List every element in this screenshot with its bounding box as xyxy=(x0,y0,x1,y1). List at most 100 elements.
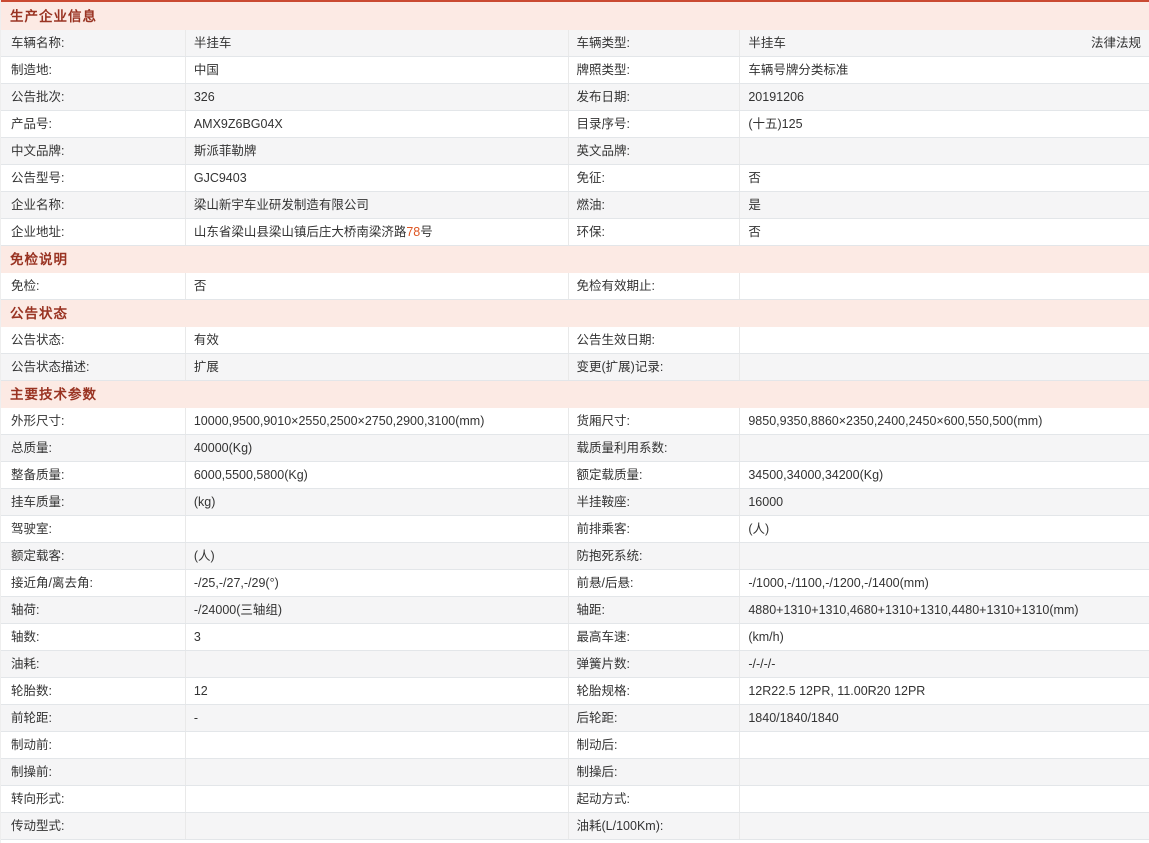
field-label: 公告生效日期: xyxy=(569,327,741,353)
field-value xyxy=(740,543,1149,569)
table-row: 轴荷: -/24000(三轴组) 轴距: 4880+1310+1310,4680+13… xyxy=(1,597,1149,624)
field-value xyxy=(740,138,1149,164)
field-label: 前轮距: xyxy=(1,705,186,731)
field-label: 免检有效期止: xyxy=(569,273,741,299)
field-value: 梁山新宇车业研发制造有限公司 xyxy=(186,192,569,218)
field-label: 中文品牌: xyxy=(1,138,186,164)
table-row: 公告批次: 326 发布日期: 20191206 xyxy=(1,84,1149,111)
field-label: 货厢尺寸: xyxy=(569,408,741,434)
field-value: 12R22.5 12PR, 11.00R20 12PR xyxy=(748,684,926,698)
table-row: 制操前: 制操后: xyxy=(1,759,1149,786)
field-value: 34500,34000,34200(Kg) xyxy=(748,468,884,482)
field-value: 16000 xyxy=(748,495,784,509)
field-label: 接近角/离去角: xyxy=(1,570,186,596)
field-value: (kg) xyxy=(186,489,569,515)
field-value: 车辆号牌分类标准 xyxy=(748,63,849,77)
field-value: 否 xyxy=(748,171,761,185)
inspection-rows: 免检: 否免检有效期止: xyxy=(1,273,1149,300)
field-value xyxy=(186,759,569,785)
field-value xyxy=(740,435,1149,461)
table-row: 企业地址: 山东省梁山县梁山镇后庄大桥南梁济路78号 环保: 否 xyxy=(1,219,1149,246)
field-value: 半挂车 xyxy=(186,30,569,56)
field-value: 9850,9350,8860×2350,2400,2450×600,550,50… xyxy=(748,414,1043,428)
field-value: 半挂车 法律法规 xyxy=(740,30,1149,56)
field-label: 公告批次: xyxy=(1,84,186,110)
field-value xyxy=(186,732,569,758)
field-label: 轮胎规格: xyxy=(569,678,741,704)
field-label: 额定载客: xyxy=(1,543,186,569)
field-value xyxy=(740,813,1149,839)
table-row: 轮胎数: 12 轮胎规格: 12R22.5 12PR, 11.00R20 12PR xyxy=(1,678,1149,705)
field-label: 公告状态: xyxy=(1,327,186,353)
section-inspection-exemption: 免检说明 免检: 否免检有效期止: xyxy=(1,246,1149,300)
field-value: (人) xyxy=(748,522,770,536)
field-label: 后轮距: xyxy=(569,705,741,731)
field-label: 前排乘客: xyxy=(569,516,741,542)
field-label: 制动后: xyxy=(569,732,741,758)
field-label: 牌照类型: xyxy=(569,57,741,83)
field-label: 载质量利用系数: xyxy=(569,435,741,461)
field-value: 否 xyxy=(748,225,761,239)
field-label: 轮胎数: xyxy=(1,678,186,704)
field-label: 企业名称: xyxy=(1,192,186,218)
field-label: 驾驶室: xyxy=(1,516,186,542)
table-row: 公告状态描述: 扩展 变更(扩展)记录: xyxy=(1,354,1149,381)
field-value xyxy=(186,813,569,839)
section-technical-parameters: 主要技术参数 外形尺寸: 10000,9500,9010×2550,2500×27… xyxy=(1,381,1149,840)
field-value xyxy=(740,273,1149,299)
laws-regulations-link[interactable]: 法律法规 xyxy=(1091,30,1141,56)
table-row: 挂车质量: (kg) 半挂鞍座: 16000 xyxy=(1,489,1149,516)
field-label: 免检: xyxy=(1,273,186,299)
field-label: 弹簧片数: xyxy=(569,651,741,677)
field-value: -/1000,-/1100,-/1200,-/1400(mm) xyxy=(748,576,929,590)
field-label: 挂车质量: xyxy=(1,489,186,515)
field-value: -/24000(三轴组) xyxy=(186,597,569,623)
field-value: (km/h) xyxy=(748,630,784,644)
field-label: 最高车速: xyxy=(569,624,741,650)
field-label: 额定载质量: xyxy=(569,462,741,488)
field-value: 山东省梁山县梁山镇后庄大桥南梁济路78号 xyxy=(186,219,569,245)
field-label: 半挂鞍座: xyxy=(569,489,741,515)
field-label: 公告状态描述: xyxy=(1,354,186,380)
field-label: 车辆类型: xyxy=(569,30,741,56)
table-row: 整备质量: 6000,5500,5800(Kg) 额定载质量: 34500,34000… xyxy=(1,462,1149,489)
table-row: 额定载客: (人) 防抱死系统: xyxy=(1,543,1149,570)
field-value xyxy=(740,732,1149,758)
field-value: 斯派菲勒牌 xyxy=(186,138,569,164)
field-label: 制造地: xyxy=(1,57,186,83)
table-row: 油耗: 弹簧片数: -/-/-/- xyxy=(1,651,1149,678)
table-row: 驾驶室: 前排乘客: (人) xyxy=(1,516,1149,543)
field-label: 目录序号: xyxy=(569,111,741,137)
table-row: 企业名称: 梁山新宇车业研发制造有限公司 燃油: 是 xyxy=(1,192,1149,219)
field-label: 轴数: xyxy=(1,624,186,650)
section-header-parameters: 主要技术参数 xyxy=(1,381,1149,408)
field-label: 转向形式: xyxy=(1,786,186,812)
field-label: 免征: xyxy=(569,165,741,191)
field-value: 扩展 xyxy=(186,354,569,380)
field-label: 制操前: xyxy=(1,759,186,785)
manufacturer-rows: 车辆名称: 半挂车 车辆类型: 半挂车 法律法规 制造地: 中国 牌照类型: 车辆号牌分类标准公… xyxy=(1,30,1149,246)
field-value: 10000,9500,9010×2550,2500×2750,2900,3100… xyxy=(186,408,569,434)
parameters-rows: 外形尺寸: 10000,9500,9010×2550,2500×2750,2900… xyxy=(1,408,1149,840)
field-value xyxy=(740,759,1149,785)
field-value: 4880+1310+1310,4680+1310+1310,4480+1310+… xyxy=(748,603,1079,617)
section-title: 免检说明 xyxy=(10,252,68,267)
status-rows: 公告状态: 有效 公告生效日期: 公告状态描述: 扩展 变更(扩展)记录: xyxy=(1,327,1149,381)
field-value: 20191206 xyxy=(748,90,804,104)
section-header-manufacturer: 生产企业信息 xyxy=(1,2,1149,30)
vehicle-announcement-page: 生产企业信息 车辆名称: 半挂车 车辆类型: 半挂车 法律法规 制造地: 中国 牌照类型: 车辆… xyxy=(0,0,1149,843)
table-row: 公告型号: GJC9403 免征: 否 xyxy=(1,165,1149,192)
field-value: - xyxy=(186,705,569,731)
field-label: 防抱死系统: xyxy=(569,543,741,569)
field-value: GJC9403 xyxy=(186,165,569,191)
field-label: 产品号: xyxy=(1,111,186,137)
field-label: 环保: xyxy=(569,219,741,245)
field-label: 整备质量: xyxy=(1,462,186,488)
field-value xyxy=(740,327,1149,353)
field-label: 轴距: xyxy=(569,597,741,623)
field-value: AMX9Z6BG04X xyxy=(186,111,569,137)
field-value xyxy=(740,354,1149,380)
table-row: 公告状态: 有效 公告生效日期: xyxy=(1,327,1149,354)
field-value xyxy=(186,516,569,542)
table-row: 制造地: 中国 牌照类型: 车辆号牌分类标准 xyxy=(1,57,1149,84)
